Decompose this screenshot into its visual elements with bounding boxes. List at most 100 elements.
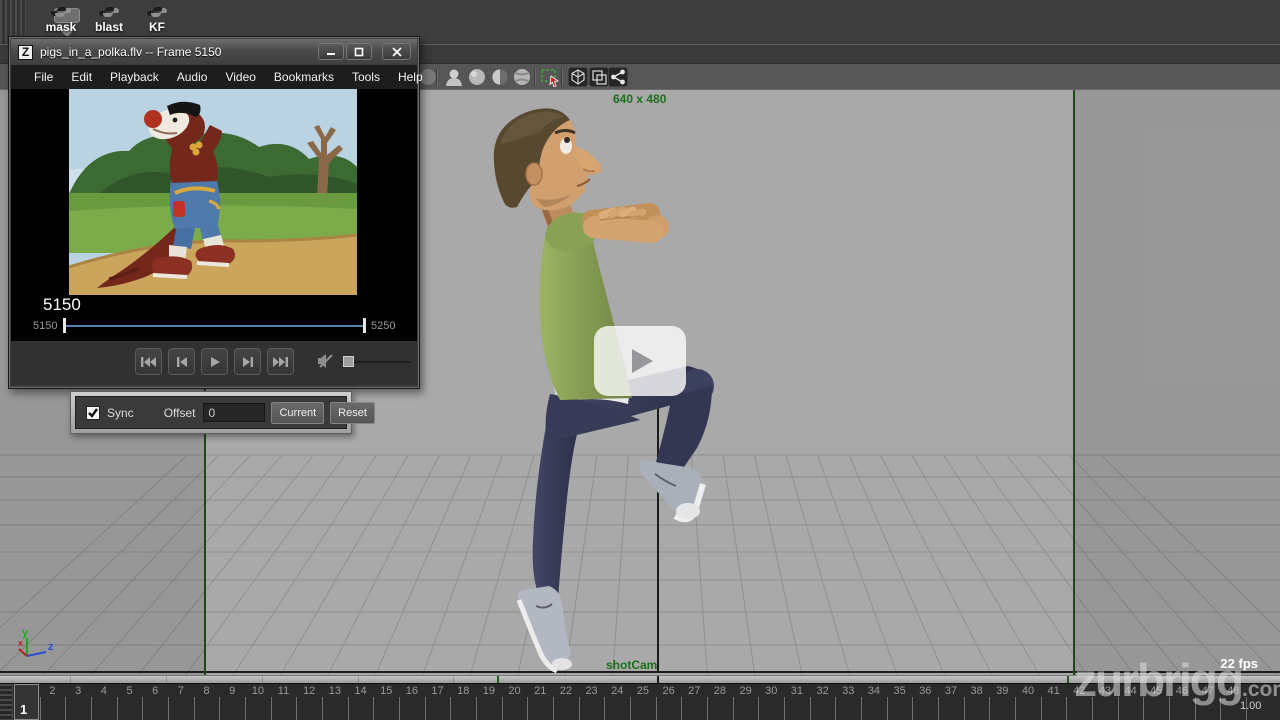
- timeline-frame-number[interactable]: 15: [373, 685, 399, 697]
- menu-file[interactable]: File: [25, 66, 62, 88]
- default-material-icon[interactable]: [444, 67, 464, 87]
- maximize-button[interactable]: [346, 43, 372, 60]
- timeline-frame-number[interactable]: 7: [168, 685, 194, 697]
- window-titlebar[interactable]: Z pigs_in_a_polka.flv -- Frame 5150: [11, 39, 417, 65]
- timeline-tick: [733, 697, 734, 720]
- current-button[interactable]: Current: [271, 402, 324, 424]
- timeline-frame-number[interactable]: 2: [40, 685, 66, 697]
- watermark-name: zurbrigg: [1074, 660, 1242, 701]
- timeline-frame-number[interactable]: 16: [399, 685, 425, 697]
- selection-highlight-icon[interactable]: [540, 67, 560, 87]
- timeline-frame-number[interactable]: 40: [1015, 685, 1041, 697]
- close-button[interactable]: [382, 43, 411, 60]
- step-back-button[interactable]: [168, 348, 195, 375]
- timeline-frame-number[interactable]: 29: [733, 685, 759, 697]
- menu-playback[interactable]: Playback: [101, 66, 168, 88]
- go-to-start-button[interactable]: [135, 348, 162, 375]
- timeline-frame-number[interactable]: 22: [553, 685, 579, 697]
- frame-scrub-slider[interactable]: [63, 325, 363, 327]
- layers-icon[interactable]: [589, 67, 609, 87]
- timeline-frame-number[interactable]: 36: [912, 685, 938, 697]
- timeline-frame-number[interactable]: 37: [938, 685, 964, 697]
- timeline-frame-number[interactable]: 9: [219, 685, 245, 697]
- menu-edit[interactable]: Edit: [62, 66, 101, 88]
- timeline-frame-number[interactable]: 5: [117, 685, 143, 697]
- menu-tools[interactable]: Tools: [343, 66, 389, 88]
- timeline-tick: [758, 697, 759, 720]
- timeline-frame-number[interactable]: 39: [989, 685, 1015, 697]
- timeline-frame-number[interactable]: 10: [245, 685, 271, 697]
- timeline-tick: [604, 697, 605, 720]
- reset-button[interactable]: Reset: [330, 402, 375, 424]
- time-slider-grip[interactable]: [0, 684, 13, 720]
- play-button-icon: [209, 356, 221, 368]
- offset-input[interactable]: [203, 403, 265, 422]
- timeline-frame-number[interactable]: 4: [91, 685, 117, 697]
- timeline-frame-number[interactable]: 21: [527, 685, 553, 697]
- timeline-frame-number[interactable]: 25: [630, 685, 656, 697]
- timeline-frame-number[interactable]: 31: [784, 685, 810, 697]
- sync-checkbox[interactable]: [86, 406, 100, 420]
- watermark-tld: .com: [1242, 678, 1280, 702]
- play-button[interactable]: [201, 348, 228, 375]
- step-forward-button[interactable]: [234, 348, 261, 375]
- timeline-frame-number[interactable]: 38: [964, 685, 990, 697]
- timeline-frame-number[interactable]: 12: [296, 685, 322, 697]
- go-to-end-button[interactable]: [267, 348, 294, 375]
- timeline-tick: [322, 697, 323, 720]
- slider-end-handle[interactable]: [363, 318, 366, 333]
- timeline-frame-number[interactable]: 27: [681, 685, 707, 697]
- menu-bookmarks[interactable]: Bookmarks: [265, 66, 343, 88]
- timeline-tick: [1041, 697, 1042, 720]
- timeline-frame-number[interactable]: 13: [322, 685, 348, 697]
- smooth-shade-icon[interactable]: [490, 67, 510, 87]
- range-end-label: 5250: [371, 320, 395, 332]
- timeline-tick: [1066, 697, 1067, 720]
- shelf-button-blast[interactable]: blast: [88, 2, 130, 34]
- timeline-frame-number[interactable]: 34: [861, 685, 887, 697]
- wireframe-shade-icon[interactable]: [467, 67, 487, 87]
- timeline-frame-number[interactable]: 19: [476, 685, 502, 697]
- timeline-frame-number[interactable]: 30: [758, 685, 784, 697]
- timeline-frame-number[interactable]: 20: [502, 685, 528, 697]
- mute-icon[interactable]: [317, 353, 335, 369]
- shelf-button-KF[interactable]: KF: [136, 2, 178, 34]
- timeline-frame-number[interactable]: 3: [65, 685, 91, 697]
- timeline-frame-number[interactable]: 28: [707, 685, 733, 697]
- timeline-frame-number[interactable]: 35: [887, 685, 913, 697]
- timeline-frame-number[interactable]: 32: [810, 685, 836, 697]
- timeline-frame-number[interactable]: 8: [194, 685, 220, 697]
- timeline-tick: [399, 697, 400, 720]
- timeline-frame-number[interactable]: 14: [348, 685, 374, 697]
- timeline-frame-number[interactable]: 17: [425, 685, 451, 697]
- timeline-frame-number[interactable]: 6: [142, 685, 168, 697]
- timeline-tick: [168, 697, 169, 720]
- video-display[interactable]: 5150 5150 5250: [11, 89, 417, 341]
- timeline-frame-number[interactable]: 33: [835, 685, 861, 697]
- isolate-select-cube-icon[interactable]: [568, 67, 588, 87]
- timeline-tick: [835, 697, 836, 720]
- current-frame-marker[interactable]: 1: [14, 684, 39, 720]
- textured-shade-icon[interactable]: [512, 67, 532, 87]
- timeline-frame-number[interactable]: 18: [450, 685, 476, 697]
- shelf-items: mask blast KF: [40, 2, 178, 34]
- menu-audio[interactable]: Audio: [168, 66, 217, 88]
- menu-video[interactable]: Video: [216, 66, 264, 88]
- volume-handle[interactable]: [343, 356, 354, 367]
- minimize-icon: [326, 47, 336, 57]
- slider-start-handle[interactable]: [63, 318, 66, 333]
- timeline-frame-number[interactable]: 11: [271, 685, 297, 697]
- menu-help[interactable]: Help: [389, 66, 432, 88]
- timeline-tick: [91, 697, 92, 720]
- minimize-button[interactable]: [318, 43, 344, 60]
- timeline-frame-number[interactable]: 23: [579, 685, 605, 697]
- shelf-button-mask[interactable]: mask: [40, 2, 82, 34]
- share-graph-icon[interactable]: [608, 67, 628, 87]
- timeline-frame-number[interactable]: 24: [604, 685, 630, 697]
- timeline-frame-number[interactable]: 41: [1041, 685, 1067, 697]
- timeline-tick: [450, 697, 451, 720]
- timeline-tick: [117, 697, 118, 720]
- shelf-button-label: blast: [95, 20, 123, 34]
- play-overlay-button[interactable]: [594, 326, 686, 396]
- timeline-frame-number[interactable]: 26: [656, 685, 682, 697]
